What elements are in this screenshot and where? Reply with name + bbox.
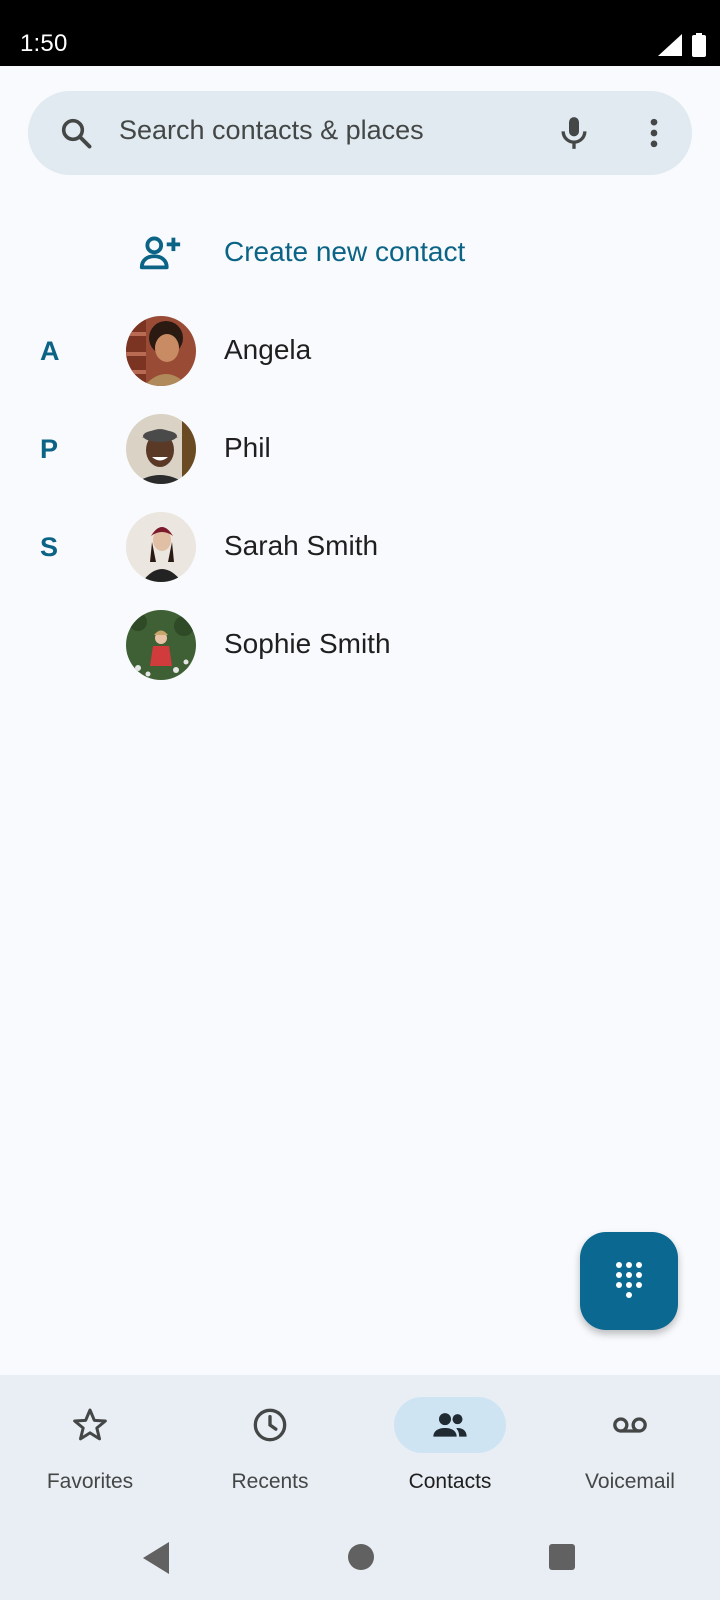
- clock-icon: [253, 1408, 287, 1442]
- nav-item-favorites[interactable]: Favorites: [0, 1375, 180, 1518]
- contact-row-angela[interactable]: A Angela: [0, 302, 720, 398]
- recents-icon[interactable]: [549, 1544, 575, 1570]
- nav-item-contacts[interactable]: Contacts: [360, 1375, 540, 1518]
- nav-label: Recents: [231, 1470, 309, 1493]
- contact-name: Sophie Smith: [224, 628, 391, 659]
- add-person-icon[interactable]: [137, 230, 183, 276]
- avatar: [126, 610, 196, 680]
- mic-icon[interactable]: [554, 113, 594, 153]
- contact-row-phil[interactable]: P Phil: [0, 400, 720, 496]
- search-bar[interactable]: Search contacts & places: [28, 91, 692, 175]
- create-new-contact-button[interactable]: Create new contact: [224, 236, 465, 268]
- system-navigation: [0, 1518, 720, 1600]
- search-input[interactable]: Search contacts & places: [119, 115, 424, 146]
- nav-label: Contacts: [408, 1470, 492, 1493]
- contact-row-sarah-smith[interactable]: S Sarah Smith: [0, 498, 720, 594]
- status-bar: 1:50: [0, 0, 720, 66]
- contact-row-sophie-smith[interactable]: Sophie Smith: [0, 596, 720, 692]
- dialpad-icon: [616, 1262, 642, 1298]
- nav-item-voicemail[interactable]: Voicemail: [540, 1375, 720, 1518]
- battery-icon: [692, 33, 706, 57]
- section-letter: P: [40, 434, 59, 464]
- avatar: [126, 414, 196, 484]
- status-icons: [658, 33, 706, 57]
- avatar: [126, 512, 196, 582]
- voicemail-icon: [613, 1417, 647, 1433]
- contact-name: Angela: [224, 334, 312, 365]
- back-icon[interactable]: [143, 1542, 169, 1574]
- section-letter: S: [40, 532, 59, 562]
- bottom-navigation: Favorites Recents Contacts Voicemail: [0, 1375, 720, 1518]
- section-letter: A: [40, 336, 60, 366]
- contact-name: Sarah Smith: [224, 530, 379, 561]
- dialpad-button[interactable]: [580, 1232, 678, 1330]
- nav-label: Favorites: [46, 1470, 134, 1493]
- contact-name: Phil: [224, 432, 271, 463]
- nav-label: Voicemail: [585, 1470, 675, 1493]
- search-icon: [61, 118, 92, 149]
- nav-item-recents[interactable]: Recents: [180, 1375, 360, 1518]
- home-icon[interactable]: [348, 1544, 374, 1570]
- avatar: [126, 316, 196, 386]
- more-options-icon[interactable]: [634, 113, 674, 153]
- people-icon: [433, 1413, 467, 1437]
- status-time: 1:50: [20, 30, 68, 57]
- star-icon: [73, 1408, 107, 1441]
- signal-icon: [658, 34, 682, 56]
